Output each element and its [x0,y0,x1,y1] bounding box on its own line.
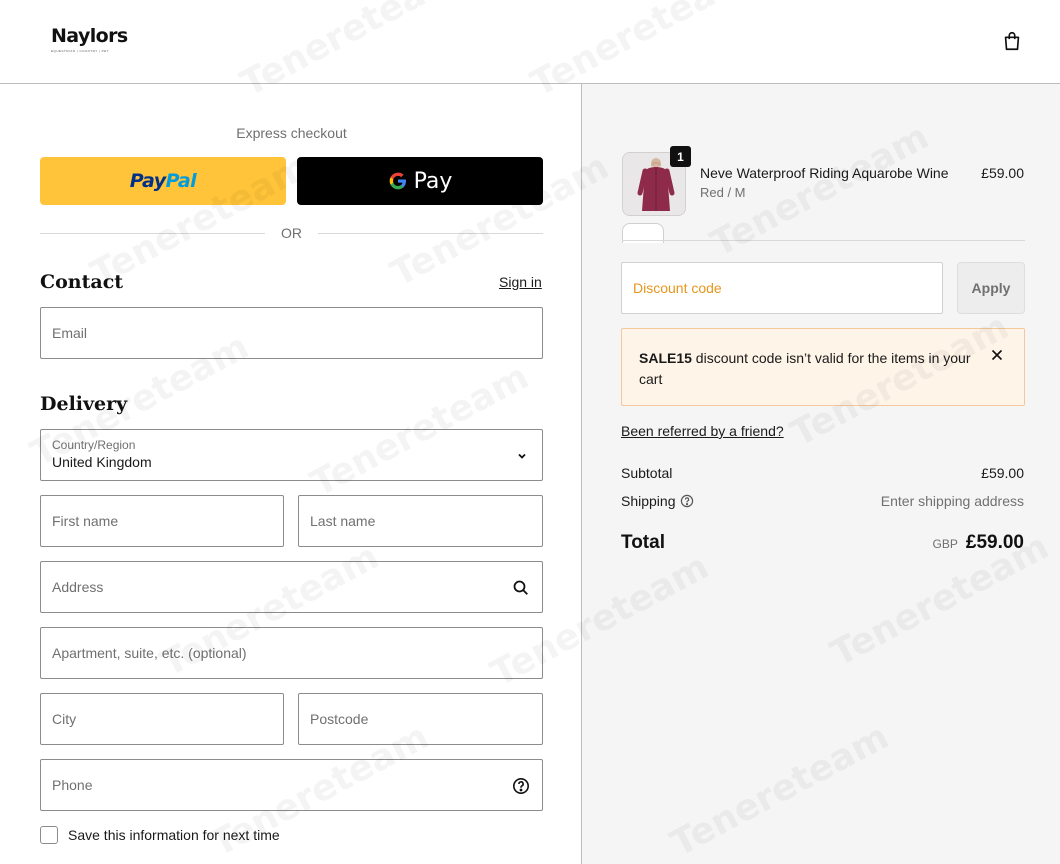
help-circle-icon[interactable] [680,494,694,508]
discount-code-field[interactable] [621,262,943,314]
divider-line [318,232,543,234]
paypal-logo: PayPal [129,170,197,192]
or-divider: OR [40,225,543,241]
subtotal-label: Subtotal [621,465,673,481]
city-field[interactable] [40,693,284,745]
shopping-bag-icon[interactable] [1001,30,1023,52]
save-info-checkbox[interactable] [40,826,58,844]
shipping-label: Shipping [621,493,676,509]
subtotal-value: £59.00 [981,465,1024,481]
city-input[interactable] [52,711,272,727]
naylors-logo[interactable]: Naylors EQUESTRIAN | COUNTRY | PET [51,25,128,53]
total-amount: GBP £59.00 [933,532,1024,554]
address-field[interactable] [40,561,543,613]
product-price: £59.00 [981,165,1024,181]
shipping-value: Enter shipping address [880,493,1024,509]
summary-divider [622,240,1025,241]
postcode-field[interactable] [298,693,543,745]
referral-link[interactable]: Been referred by a friend? [621,423,784,439]
quantity-badge: 1 [670,146,691,167]
sign-in-link[interactable]: Sign in [499,274,542,290]
search-icon[interactable] [512,579,530,597]
apartment-field[interactable] [40,627,543,679]
divider-line [40,232,265,234]
delivery-title: Delivery [40,393,128,415]
discount-code-input[interactable] [633,280,931,296]
total-currency: GBP [932,537,958,551]
total-value: £59.00 [965,532,1024,553]
email-field[interactable] [40,307,543,359]
product-name: Neve Waterproof Riding Aquarobe Wine [700,165,949,181]
google-g-icon [389,172,406,190]
google-pay-button[interactable]: Pay [297,157,543,205]
chevron-down-icon [518,453,526,459]
gpay-label: Pay [413,168,453,194]
save-info-label: Save this information for next time [68,827,280,843]
country-region-select[interactable]: Country/Region United Kingdom [40,429,543,481]
checkout-header: Naylors EQUESTRIAN | COUNTRY | PET [0,0,1060,84]
address-input[interactable] [52,579,531,595]
logo-tagline: EQUESTRIAN | COUNTRY | PET [51,49,109,53]
first-name-input[interactable] [52,513,272,529]
shipping-label-row: Shipping [621,493,694,509]
checkout-form-panel: Express checkout PayPal Pay OR Contact S… [0,84,581,864]
total-label: Total [621,532,665,553]
email-input[interactable] [52,325,531,341]
alert-code: SALE15 [639,350,692,366]
apartment-input[interactable] [52,645,531,661]
first-name-field[interactable] [40,495,284,547]
contact-title: Contact [40,271,124,293]
paypal-button[interactable]: PayPal [40,157,286,205]
help-circle-icon[interactable] [512,777,530,795]
close-icon[interactable] [990,348,1004,362]
product-variant: Red / M [700,185,746,200]
save-info-checkbox-row[interactable]: Save this information for next time [40,826,280,844]
country-label: Country/Region [52,438,136,452]
or-label: OR [281,225,302,241]
phone-field[interactable] [40,759,543,811]
postcode-input[interactable] [310,711,531,727]
last-name-field[interactable] [298,495,543,547]
last-name-input[interactable] [310,513,531,529]
country-value: United Kingdom [52,454,152,470]
order-summary-panel: 1 Neve Waterproof Riding Aquarobe Wine R… [581,84,1060,864]
express-checkout-title: Express checkout [236,125,347,141]
logo-text: Naylors [51,25,128,47]
discount-error-alert: SALE15 discount code isn’t valid for the… [621,328,1025,406]
apply-discount-button[interactable]: Apply [957,262,1025,314]
phone-input[interactable] [52,777,531,793]
